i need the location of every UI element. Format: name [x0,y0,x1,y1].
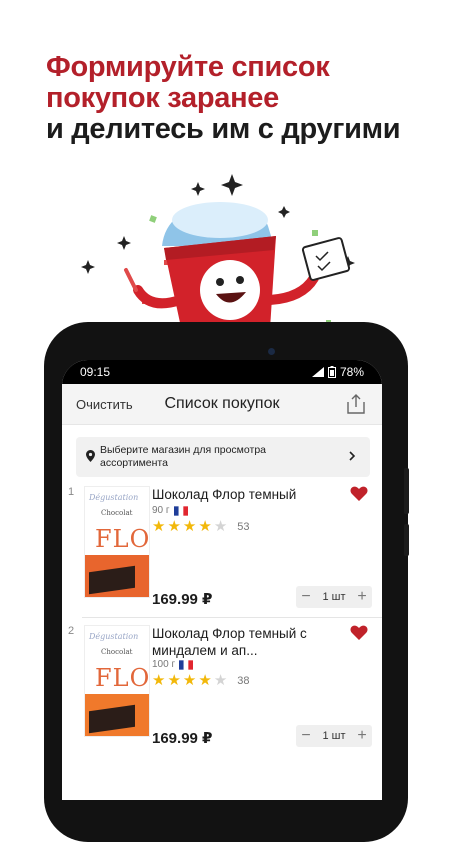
list-item[interactable]: 1 Dégustation Chocolat FLOR Шоколад Флор… [62,486,382,610]
promo-line-1: Формируйте список [46,51,330,83]
promo-line-3: и делитесь им с другими [46,113,401,145]
star-icon: ★ [213,518,228,535]
star-icon: ★ [182,672,197,689]
list-item[interactable]: 2 Dégustation Chocolat FLOR Шоколад Флор… [62,625,382,749]
camera-dot [268,348,275,355]
decrease-button[interactable]: − [296,586,316,608]
item-index: 2 [68,625,75,637]
status-time: 09:15 [80,365,111,379]
increase-button[interactable]: + [352,725,372,747]
favorite-heart-icon[interactable] [350,486,368,502]
star-icon: ★ [167,672,181,689]
pack-logo-text: FLOR [95,664,150,692]
decrease-button[interactable]: − [296,725,316,747]
pack-brand-text: Dégustation [89,493,139,502]
pack-bottom [85,555,149,597]
chevron-right-icon [349,451,356,461]
quantity-stepper: − 1 шт + [296,725,372,747]
france-flag-icon [179,659,194,670]
rating-count: 38 [237,674,250,687]
item-index: 1 [68,486,75,498]
chocolate-image [89,704,135,734]
star-icon: ★ [152,672,166,689]
product-name: Шоколад Флор темный с миндалем и ап... [152,626,307,658]
weight-row: 90 г [152,505,188,516]
signal-icon [311,367,324,377]
france-flag-icon [173,505,188,516]
status-bar: 09:15 78% [62,360,382,384]
star-icon: ★ [198,672,212,689]
pack-brand-text: Dégustation [89,632,139,641]
star-icon: ★ [213,672,228,689]
promo-line-2: покупок заранее [46,82,279,114]
pack-sub-text: Chocolat [101,509,133,517]
store-select-text: Выберите магазин для просмотра ассортиме… [100,444,267,469]
phone-side-button [404,468,409,514]
divider [82,617,382,618]
product-weight: 90 г [152,505,170,516]
quantity-stepper: − 1 шт + [296,586,372,608]
increase-button[interactable]: + [352,586,372,608]
pack-logo-text: FLOR [95,525,150,553]
clear-button[interactable]: Очистить [76,397,133,412]
location-pin-icon [86,450,95,462]
pack-sub-text: Chocolat [101,648,133,656]
product-image: Dégustation Chocolat FLOR [84,486,150,598]
quantity-value: 1 шт [322,591,346,603]
phone-screen: 09:15 78% Очистить Список покупок Выбери… [62,360,382,800]
store-select-bar[interactable]: Выберите магазин для просмотра ассортиме… [76,437,370,477]
product-price: 169.99 ₽ [152,730,213,747]
navigation-bar: Очистить Список покупок [62,384,382,425]
product-name: Шоколад Флор темный [152,487,297,502]
product-weight: 100 г [152,659,176,670]
quantity-value: 1 шт [322,730,346,742]
product-image: Dégustation Chocolat FLOR [84,625,150,737]
battery-percent: 78% [339,365,364,379]
battery-icon [327,366,336,378]
share-icon[interactable] [344,392,368,416]
chocolate-image [89,565,135,595]
rating-stars: ★ ★ ★ ★ ★ 53 [152,519,250,534]
star-icon: ★ [182,518,197,535]
favorite-heart-icon[interactable] [350,625,368,641]
star-icon: ★ [152,518,166,535]
star-icon: ★ [198,518,212,535]
promo-headline: Формируйте список покупок заранее и дели… [46,52,446,145]
star-icon: ★ [167,518,181,535]
weight-row: 100 г [152,659,194,670]
rating-count: 53 [237,520,250,533]
pack-bottom [85,694,149,736]
status-indicators: 78% [311,365,364,379]
phone-side-button [404,524,409,556]
rating-stars: ★ ★ ★ ★ ★ 38 [152,673,250,688]
product-price: 169.99 ₽ [152,591,213,608]
